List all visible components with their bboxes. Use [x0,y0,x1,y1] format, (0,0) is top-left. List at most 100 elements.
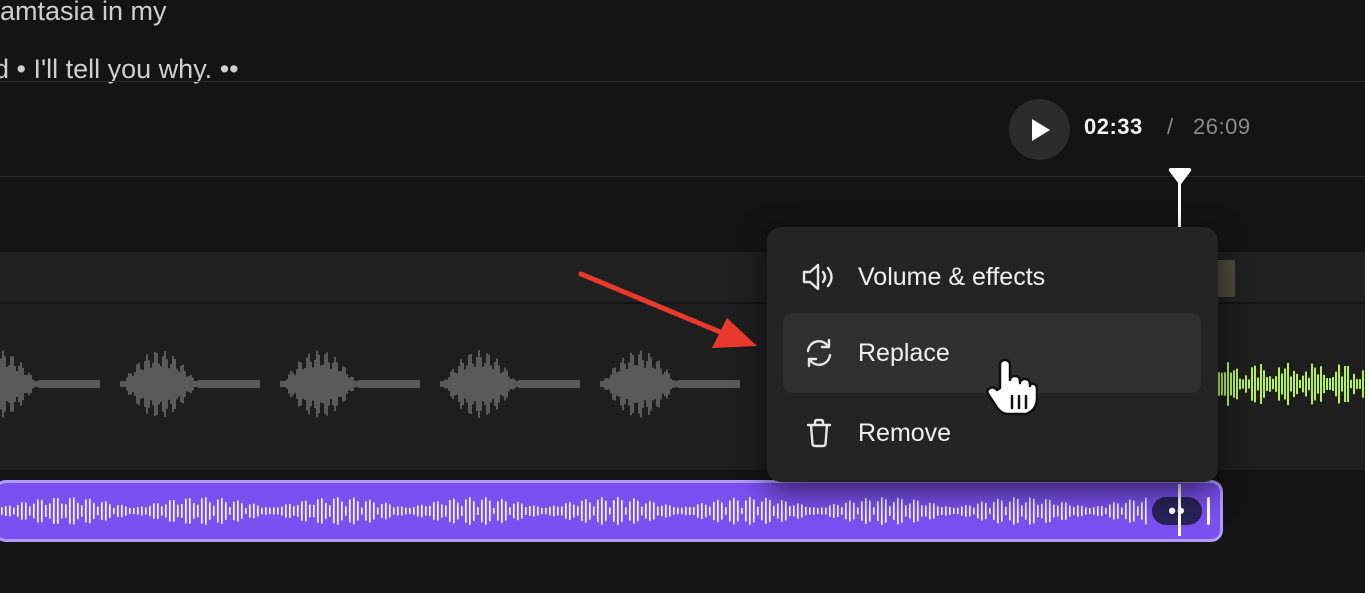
voice-waveform-bar [124,381,126,387]
voice-waveform-bar [44,380,46,388]
music-waveform-bar [193,503,195,519]
playhead-marker[interactable] [1168,168,1192,186]
voice-waveform-bar [700,380,702,388]
music-waveform-bar [1021,505,1023,517]
music-waveform-bar [653,502,655,520]
voice-waveform-bar [1356,379,1358,389]
voice-waveform-bar [498,365,500,403]
voice-waveform-bar [1260,364,1262,404]
voice-waveform-bar [712,380,714,388]
music-waveform-bar [849,500,851,522]
voice-waveform-bar [556,380,558,388]
voice-waveform-bar [522,380,524,388]
music-waveform-bar [113,507,115,515]
voice-waveform-bar [356,381,358,387]
voice-waveform-bar [626,369,628,399]
music-waveform-bar [613,500,615,522]
voice-waveform-bar [352,377,354,391]
voice-waveform-bar [394,380,396,388]
music-waveform-bar [1037,504,1039,518]
music-waveform-bar [461,505,463,517]
music-waveform-bar [313,504,315,518]
voice-waveform-bar [1299,379,1301,389]
music-waveform-bar [1093,507,1095,515]
voice-waveform-bar [506,370,508,398]
voice-waveform-bar [1323,374,1325,394]
voice-waveform-bar [720,380,722,388]
music-clip[interactable] [0,480,1223,542]
voice-waveform-bar [578,380,580,388]
music-waveform-bar [833,504,835,518]
music-waveform-bar [497,501,499,521]
music-waveform-bar [1101,506,1103,516]
voice-waveform-bar [448,377,450,391]
voice-waveform-bar [14,365,16,403]
music-waveform-bar [757,506,759,516]
voice-waveform-bar [404,380,406,388]
voice-waveform-bar [170,364,172,404]
music-waveform-bar [297,505,299,517]
voice-waveform-bar [88,380,90,388]
voice-waveform-bar [544,380,546,388]
voice-waveform-bar [184,371,186,397]
music-waveform-bar [1113,502,1115,520]
voice-waveform-bar [12,356,14,412]
music-waveform-bar [325,502,327,520]
voice-waveform-bar [724,380,726,388]
voice-waveform-bar [76,380,78,388]
voice-waveform-bar [58,380,60,388]
voice-waveform-bar [616,372,618,396]
clip-options-button[interactable]: •• [1152,497,1202,525]
play-button[interactable] [1009,99,1070,160]
voice-waveform-bar [608,378,610,390]
voice-waveform-bar [1326,377,1328,391]
voice-waveform-bar [566,380,568,388]
music-waveform-bar [441,504,443,518]
music-waveform-bar [321,498,323,524]
voice-waveform-bar [568,380,570,388]
voice-waveform-bar [540,380,542,388]
voice-waveform-bar [706,380,708,388]
voice-waveform-bar [738,380,740,388]
voice-waveform-bar [516,381,518,387]
voice-waveform-bar [408,380,410,388]
voice-waveform-bar [40,380,42,388]
music-waveform-bar [593,506,595,516]
speaker-icon [799,257,839,297]
music-waveform-bar [645,503,647,519]
voice-waveform-bar [26,375,28,393]
music-waveform-bar [437,501,439,521]
music-waveform-bar [749,497,751,525]
voice-waveform-bar [182,364,184,404]
voice-waveform-bar [708,380,710,388]
voice-waveform-bar [558,380,560,388]
voice-waveform-bar [72,380,74,388]
clip-trim-handle[interactable] [1207,497,1210,525]
voice-waveform-bar [510,378,512,390]
music-waveform-bar [477,506,479,516]
voice-waveform-bar [244,380,246,388]
voice-waveform-bar [1290,376,1292,392]
voice-waveform-bar [600,381,602,387]
voice-waveform-bar [1296,373,1298,395]
voice-waveform-bar [606,377,608,391]
voice-waveform-bar [410,380,412,388]
music-waveform-bar [921,505,923,517]
music-waveform-bar [237,500,239,522]
music-waveform-bar [293,506,295,516]
total-time: 26:09 [1193,114,1251,139]
playhead-line[interactable] [1178,182,1181,228]
music-waveform-bar [1005,506,1007,516]
music-waveform-bar [981,501,983,521]
voice-waveform-bar [228,380,230,388]
voice-waveform-bar [90,380,92,388]
music-waveform-bar [1,507,3,515]
voice-waveform-bar [634,365,636,403]
voice-waveform-bar [46,380,48,388]
music-waveform-bar [285,504,287,518]
menu-item-volume-effects[interactable]: Volume & effects [783,237,1201,317]
voice-waveform-bar [120,381,122,387]
voice-waveform-bar [322,364,324,404]
voice-waveform-bar [70,380,72,388]
music-waveform-bar [177,504,179,518]
